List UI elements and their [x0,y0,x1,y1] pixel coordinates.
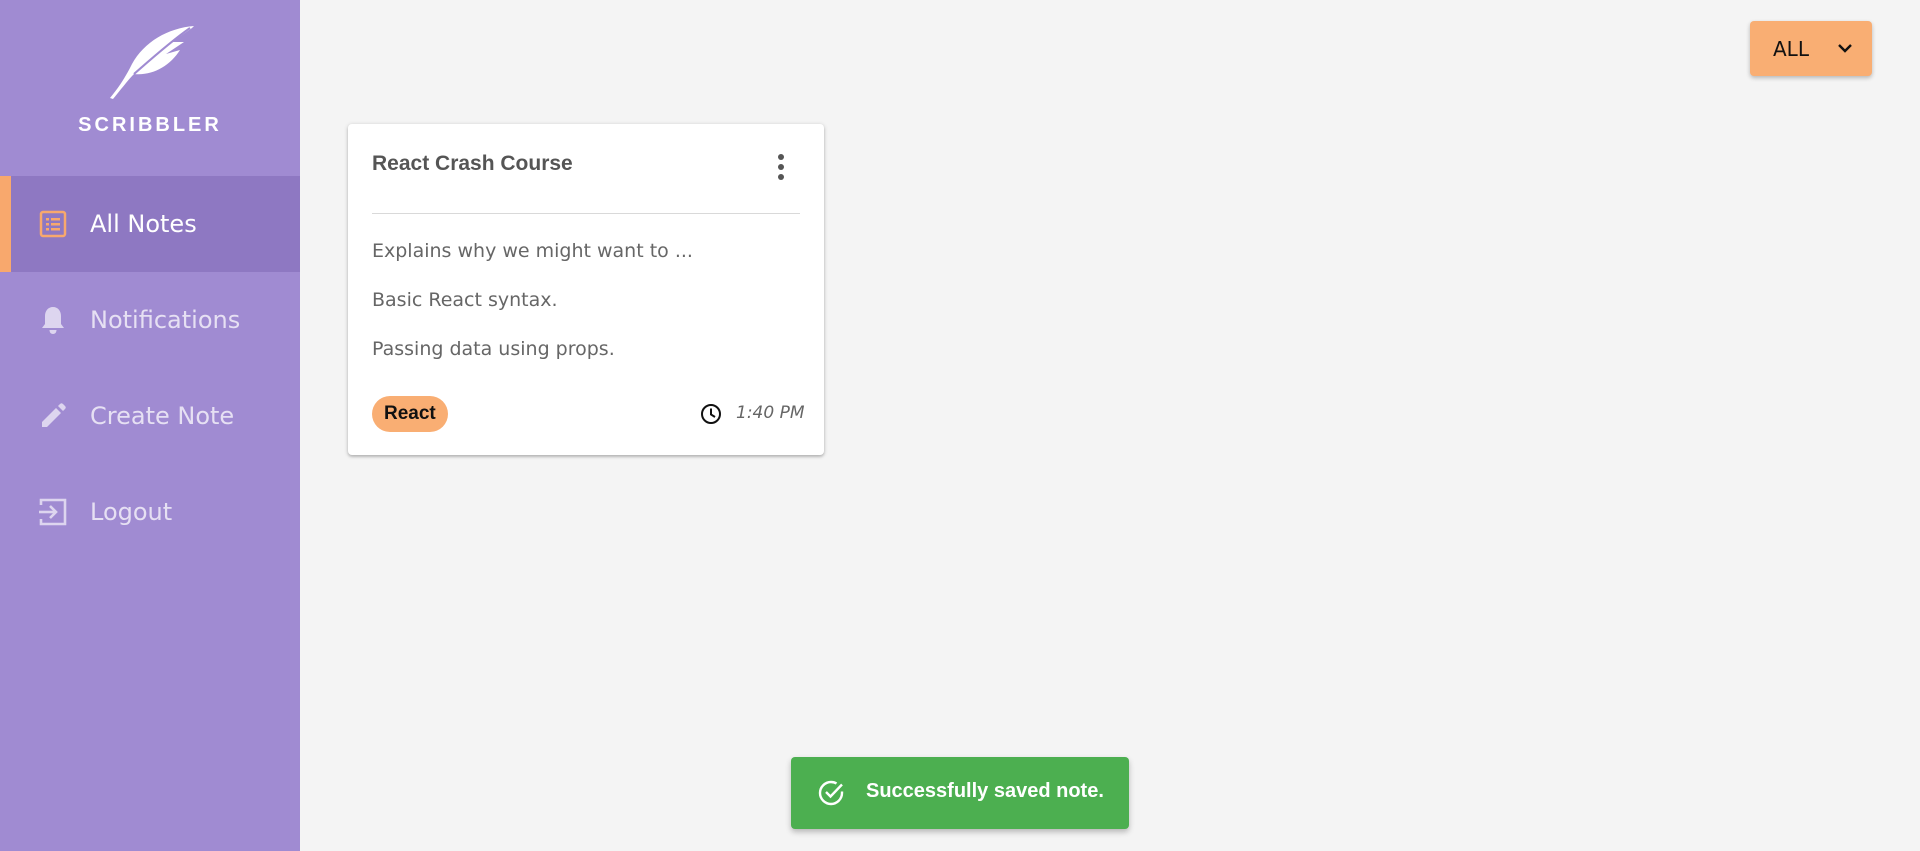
note-tag[interactable]: React [372,396,448,432]
brand: SCRIBBLER [0,0,300,176]
card-divider [372,213,800,214]
note-card[interactable]: React Crash Course Explains why we might… [348,124,824,455]
toast-message: Successfully saved note. [866,780,1104,802]
clock-icon [701,404,721,424]
feather-icon [110,26,194,99]
success-toast: Successfully saved note. [791,757,1129,829]
brand-name: SCRIBBLER [78,114,222,136]
sidebar-item-all-notes[interactable]: All Notes [0,176,300,272]
sidebar: SCRIBBLER All Notes Notifications Create… [0,0,300,851]
filter-dropdown[interactable]: ALL [1750,21,1872,76]
note-title: React Crash Course [372,152,573,175]
note-time: 1:40 PM [736,403,805,423]
sidebar-item-label: All Notes [90,210,197,238]
sidebar-item-logout[interactable]: Logout [0,464,300,560]
list-icon [38,209,68,239]
sidebar-item-label: Create Note [90,402,235,430]
sidebar-item-label: Logout [90,498,173,526]
pencil-icon [38,401,68,431]
note-line: Passing data using props. [372,338,615,360]
note-line: Explains why we might want to ... [372,240,693,262]
note-line: Basic React syntax. [372,289,558,311]
bell-icon [38,305,68,335]
more-vertical-icon [778,154,784,180]
sidebar-item-label: Notifications [90,306,241,334]
logout-icon [38,497,68,527]
note-menu-button[interactable] [766,150,796,184]
sidebar-item-create-note[interactable]: Create Note [0,368,300,464]
sidebar-item-notifications[interactable]: Notifications [0,272,300,368]
filter-selected-value: ALL [1773,36,1809,61]
check-circle-icon [818,780,844,806]
chevron-down-icon [1838,44,1852,53]
